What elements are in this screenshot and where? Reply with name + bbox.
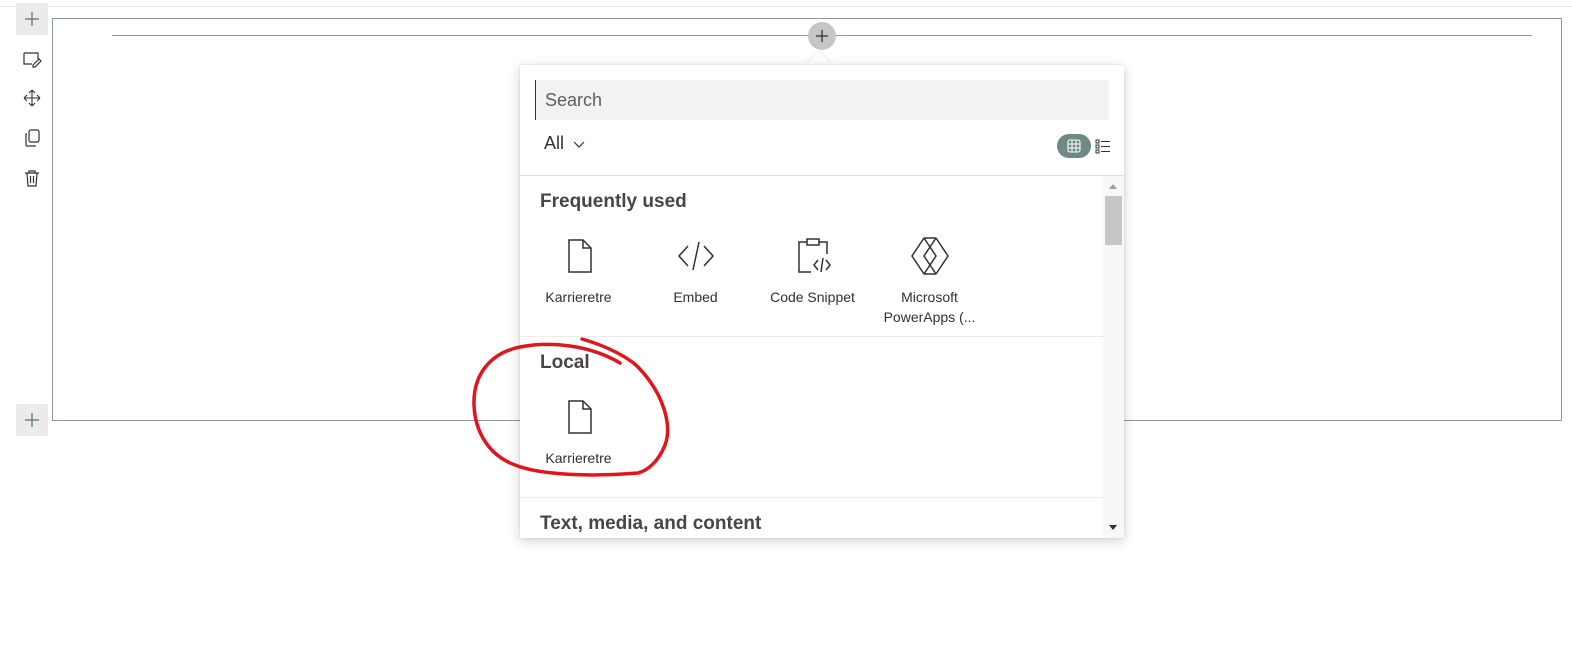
toolbox-list: Frequently used Karrieretre Embed Code S…: [520, 176, 1103, 538]
webpart-label: Embed: [673, 289, 718, 305]
clipboard-code-icon: [797, 238, 831, 273]
webpart-karrieretre-local[interactable]: Karrieretre: [540, 397, 617, 468]
move-section-button[interactable]: [16, 82, 48, 114]
category-filter-dropdown[interactable]: All: [544, 133, 586, 154]
powerapps-icon: [910, 237, 949, 275]
webpart-powerapps[interactable]: Microsoft PowerApps (...: [871, 236, 988, 327]
category-local: Local Karrieretre: [520, 337, 1103, 498]
scroll-down-arrow[interactable]: [1109, 525, 1117, 530]
webpart-label: Karrieretre: [545, 289, 612, 305]
category-title: Text, media, and content: [540, 513, 762, 534]
category-frequently-used: Frequently used Karrieretre Embed Code S…: [520, 176, 1103, 337]
category-text-media-content: Text, media, and content: [520, 498, 1103, 538]
webpart-karrieretre[interactable]: Karrieretre: [540, 236, 617, 327]
webpart-label: Microsoft PowerApps (...: [883, 289, 976, 325]
move-icon: [23, 89, 41, 107]
delete-section-button[interactable]: [16, 162, 48, 194]
plus-icon: [816, 30, 828, 42]
plus-icon: [25, 413, 39, 427]
grid-view-toggle[interactable]: [1057, 134, 1091, 158]
add-webpart-button[interactable]: [808, 22, 836, 50]
edit-icon: [23, 52, 42, 68]
duplicate-section-button[interactable]: [16, 122, 48, 154]
top-border: [0, 6, 1572, 7]
webpart-label: Code Snippet: [770, 289, 855, 305]
vertical-scrollbar[interactable]: [1103, 176, 1124, 538]
list-view-icon[interactable]: [1095, 138, 1111, 154]
add-section-top-button[interactable]: [16, 3, 48, 35]
scroll-thumb[interactable]: [1105, 196, 1122, 245]
filter-label: All: [544, 133, 565, 153]
copy-icon: [25, 129, 40, 147]
search-input[interactable]: [535, 80, 1109, 120]
edit-section-button[interactable]: [16, 43, 48, 75]
category-title: Local: [540, 352, 590, 373]
page-icon: [567, 239, 592, 273]
webpart-embed[interactable]: Embed: [637, 236, 754, 327]
plus-icon: [25, 12, 39, 26]
webpart-label: Karrieretre: [545, 450, 612, 466]
grid-view-icon: [1067, 139, 1081, 153]
webpart-code-snippet[interactable]: Code Snippet: [754, 236, 871, 327]
code-icon: [677, 241, 714, 271]
webpart-toolbox: All Frequently used Karrieretre Emb: [520, 65, 1124, 538]
trash-icon: [25, 170, 39, 187]
page-icon: [567, 400, 592, 434]
category-title: Frequently used: [540, 191, 687, 212]
add-section-bottom-button[interactable]: [16, 404, 48, 436]
scroll-up-arrow[interactable]: [1109, 184, 1117, 189]
chevron-down-icon: [573, 141, 585, 148]
